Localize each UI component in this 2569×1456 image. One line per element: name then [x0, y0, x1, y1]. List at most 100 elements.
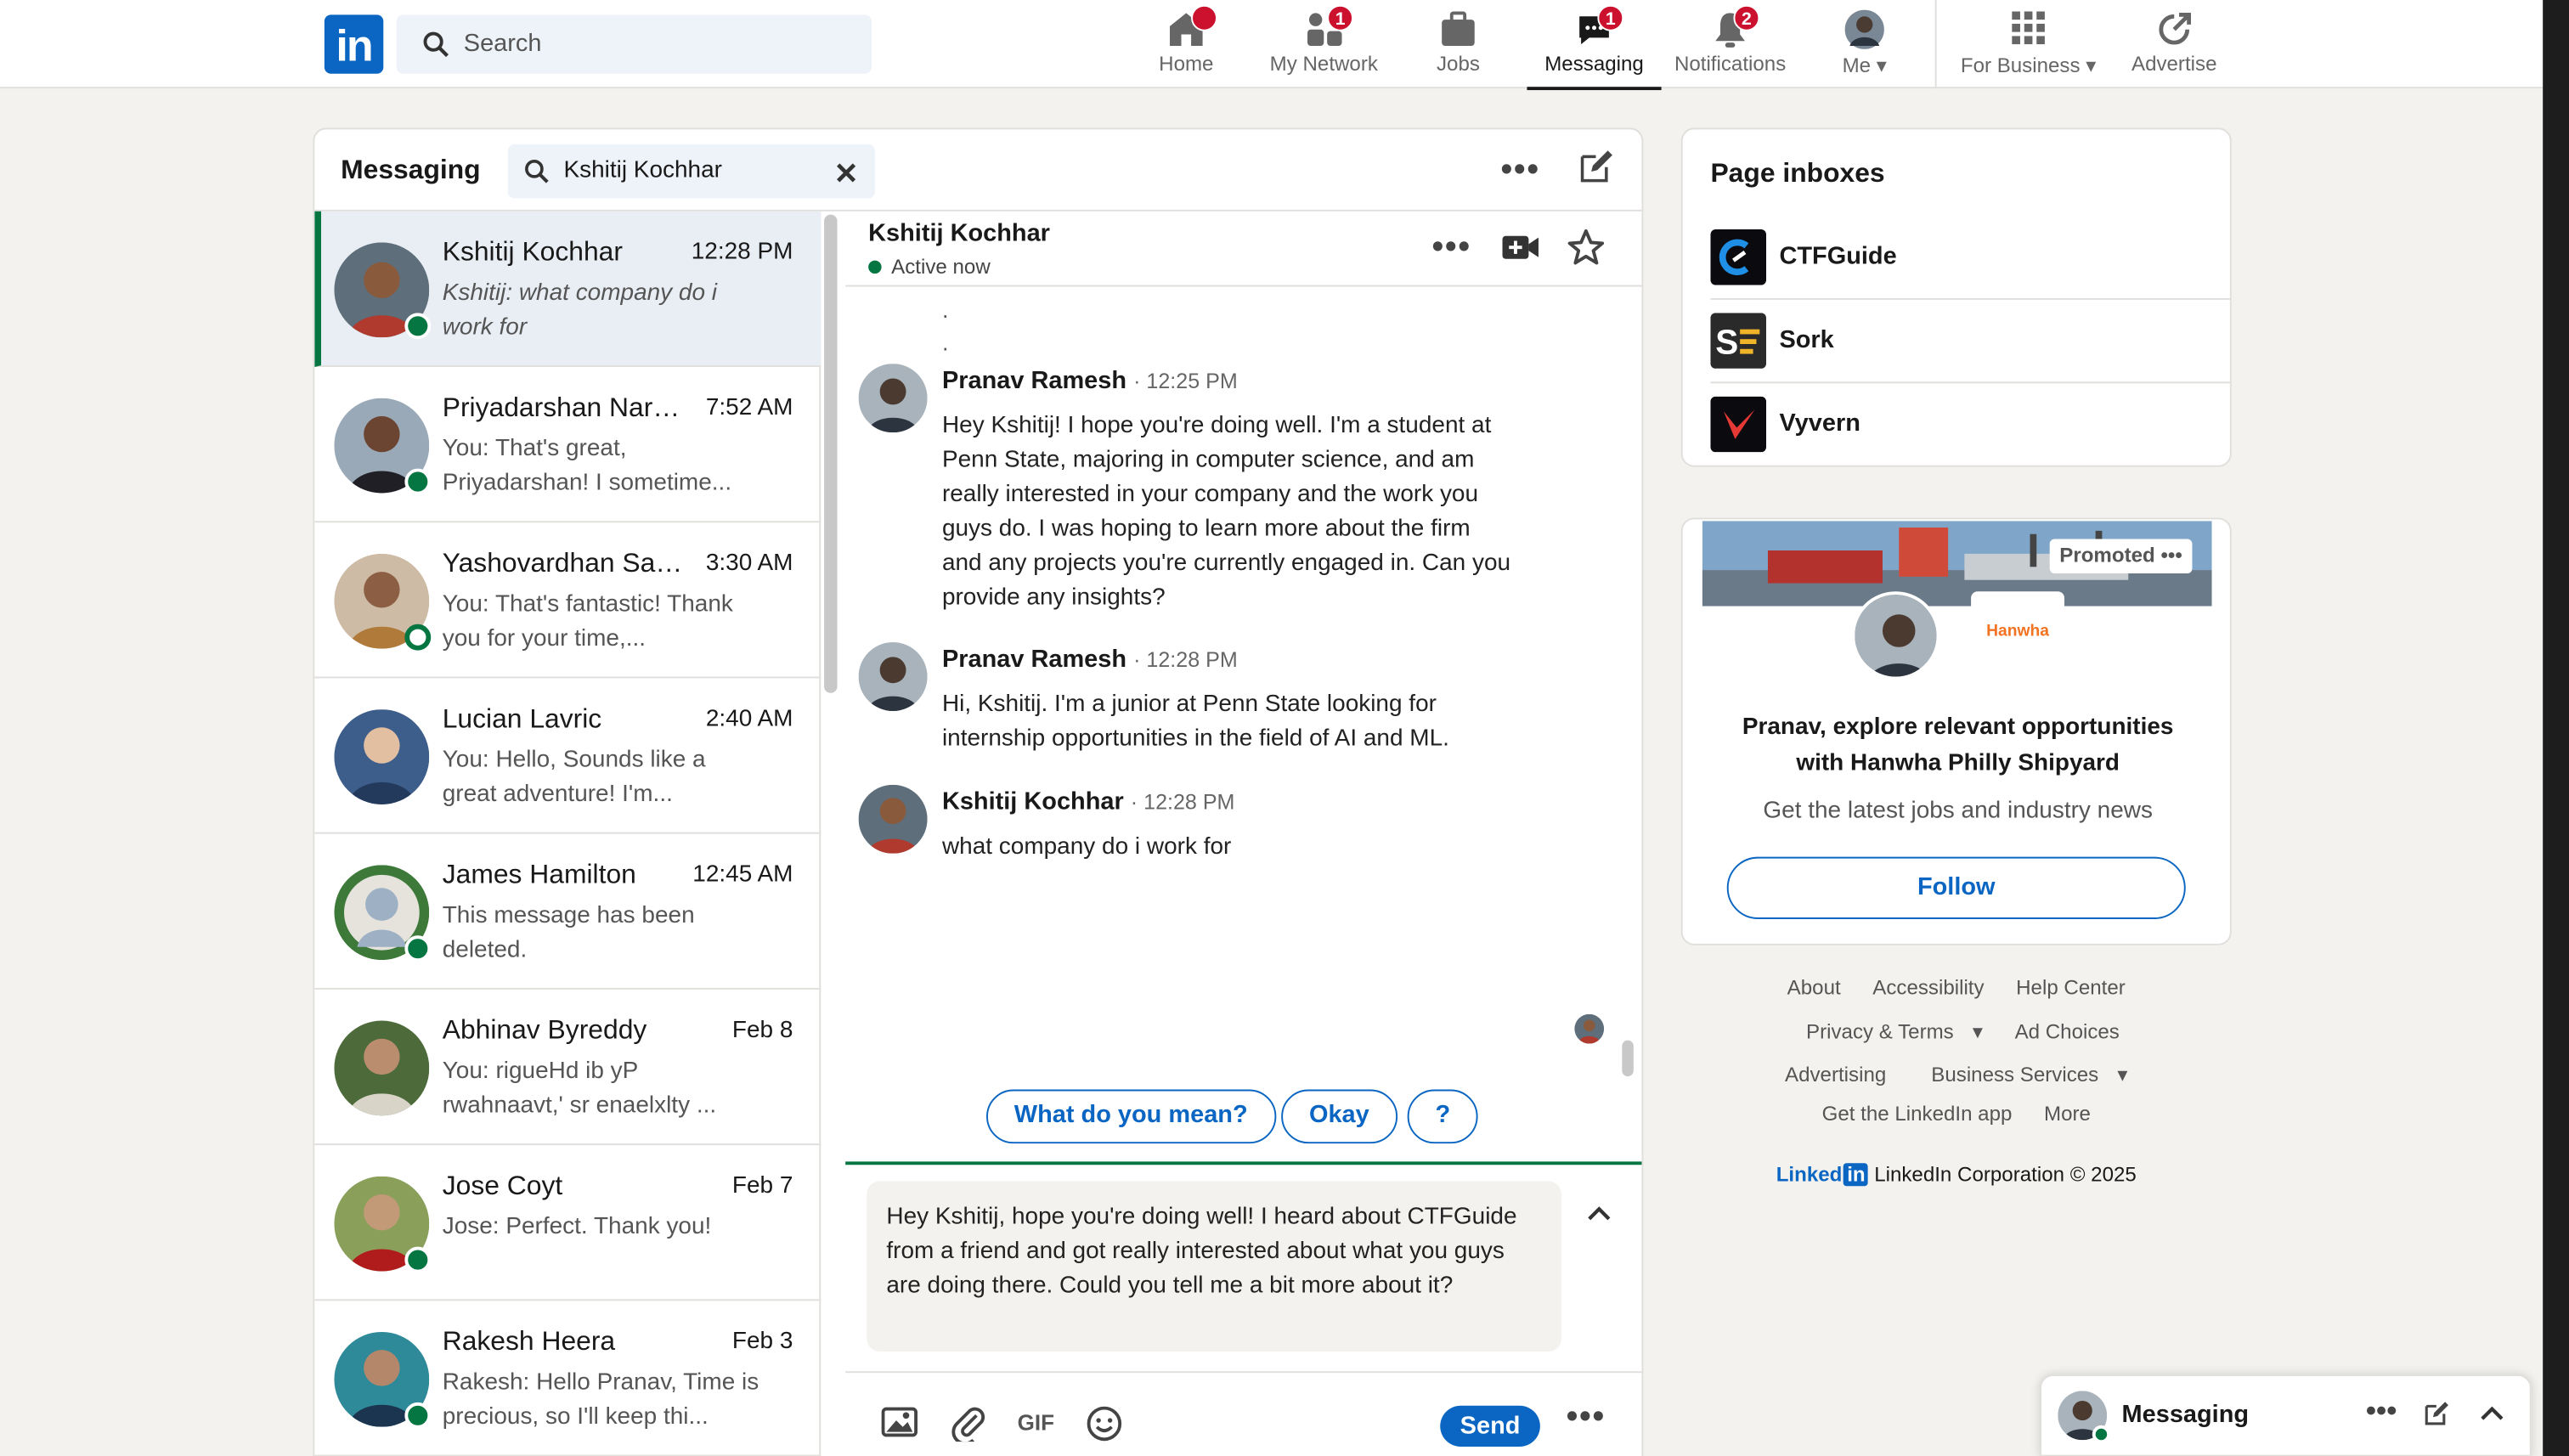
conversation-item[interactable]: James Hamilton 12:45 AM This message has… [314, 834, 822, 990]
nav-jobs[interactable]: Jobs [1419, 0, 1498, 88]
conversation-preview: This message has been deleted. [442, 902, 695, 964]
ad-headline: Pranav, explore relevant opportunities w… [1742, 714, 2174, 777]
read-receipt-avatar [1574, 1013, 1605, 1044]
conversation-name: Jose Coyt [442, 1171, 563, 1201]
page-inbox-item[interactable]: S Sork [1710, 300, 2232, 384]
page-inbox-item[interactable]: CTFGuide [1710, 217, 2232, 300]
message-sender[interactable]: Kshitij Kochhar · 12:28 PM [942, 788, 1235, 816]
message-time: 12:25 PM [1146, 368, 1238, 393]
conversation-item[interactable]: Rakesh Heera Feb 3 Rakesh: Hello Pranav,… [314, 1301, 822, 1456]
overlay-more-icon[interactable]: ••• [2366, 1394, 2397, 1429]
grid-icon [2012, 11, 2045, 45]
message-text: what company do i work for [941, 833, 1232, 861]
nav-advertise-label: Advertise [2131, 52, 2217, 76]
quick-reply-button[interactable]: What do you mean? [986, 1089, 1276, 1144]
clear-search-icon[interactable]: ✕ [834, 157, 859, 192]
footer-link[interactable]: Privacy & Terms ▾ [1793, 1021, 1983, 1044]
conversation-name: Rakesh Heera [442, 1327, 616, 1357]
footer-link[interactable]: About [1787, 976, 1841, 999]
compose-icon[interactable] [2423, 1401, 2449, 1427]
search-placeholder: Search [463, 29, 542, 58]
follow-button[interactable]: Follow [1726, 856, 2186, 919]
conversation-time: 12:28 PM [691, 239, 793, 266]
window-edge [2543, 0, 2569, 1456]
conversation-time: 2:40 AM [705, 706, 793, 733]
gif-button[interactable]: GIF [1018, 1411, 1054, 1436]
thread-scrollbar[interactable] [1622, 1040, 1634, 1077]
avatar [1851, 591, 1940, 680]
conversation-preview: You: rigueHd ib yP rwahnaavt,' sr enaelx… [442, 1058, 717, 1120]
video-call-icon[interactable] [1501, 233, 1540, 262]
messaging-title: Messaging [341, 155, 481, 185]
home-dot-badge [1191, 4, 1217, 31]
attachment-icon[interactable] [951, 1406, 986, 1442]
footer-link[interactable]: Help Center [2016, 976, 2126, 999]
conversation-item[interactable]: Lucian Lavric 2:40 AM You: Hello, Sounds… [314, 678, 822, 834]
chevron-up-icon[interactable] [1586, 1205, 1612, 1224]
thread-status: Active now [868, 256, 991, 279]
footer-link[interactable]: Business Services ▾ [1918, 1064, 2127, 1086]
footer-link[interactable]: Accessibility [1872, 976, 1984, 999]
svg-text:S: S [1715, 323, 1738, 362]
nav-home[interactable]: Home [1147, 0, 1226, 88]
nav-notifications[interactable]: 2 Notifications [1664, 0, 1795, 88]
thread-contact-name[interactable]: Kshitij Kochhar [868, 219, 1050, 247]
advertise-icon [2159, 12, 2192, 45]
star-icon[interactable] [1567, 228, 1606, 267]
conversation-item[interactable]: Jose Coyt Feb 7 Jose: Perfect. Thank you… [314, 1145, 822, 1301]
linkedin-logo[interactable]: in [324, 14, 384, 74]
quick-reply-button[interactable]: ? [1407, 1089, 1478, 1144]
conversation-list: Kshitij Kochhar 12:28 PM Kshitij: what c… [314, 211, 822, 1456]
global-search[interactable]: Search [396, 14, 872, 74]
message-compose-input[interactable]: Hey Kshitij, hope you're doing well! I h… [867, 1181, 1561, 1352]
messaging-overlay[interactable]: Messaging ••• [2040, 1374, 2532, 1456]
nav-for-business[interactable]: For Business ▾ [1950, 0, 2107, 88]
page-inbox-item[interactable]: Vyvern [1710, 383, 2231, 466]
nav-messaging[interactable]: 1 Messaging [1527, 0, 1662, 91]
conversation-name: James Hamilton [442, 860, 636, 890]
conversation-preview: Rakesh: Hello Pranav, Time is precious, … [442, 1369, 759, 1431]
footer-link[interactable]: Ad Choices [2015, 1021, 2120, 1044]
quick-reply-button[interactable]: Okay [1281, 1089, 1397, 1144]
online-indicator [404, 935, 432, 962]
nav-me-label: Me ▾ [1842, 54, 1887, 77]
compose-toolbar: GIF Send ••• [845, 1371, 1642, 1456]
promoted-ad-card: Promoted ••• Hanwha Pranav, explore rele… [1680, 517, 2232, 945]
conversation-item[interactable]: Priyadarshan Narayanasamy 7:52 AM You: T… [314, 367, 822, 523]
thread-header: Kshitij Kochhar Active now ••• [845, 212, 1642, 287]
page-inboxes-card: Page inboxes CTFGuide S Sork Vyvern [1680, 127, 2232, 467]
truncated-history-indicator: .. [941, 296, 949, 356]
compose-more-icon[interactable]: ••• [1567, 1399, 1606, 1436]
footer-link[interactable]: Advertising [1785, 1064, 1886, 1086]
briefcase-icon [1442, 11, 1475, 47]
nav-me[interactable]: Me ▾ [1828, 0, 1900, 88]
footer-link[interactable]: Get the LinkedIn app [1822, 1103, 2013, 1126]
conversation-list-scrollbar[interactable] [824, 214, 838, 693]
nav-my-network[interactable]: 1 My Network [1258, 0, 1389, 88]
promoted-tag[interactable]: Promoted ••• [2049, 539, 2193, 574]
compose-focus-line [845, 1161, 1642, 1165]
conversation-item[interactable]: Yashovardhan Sardesai 3:30 AM You: That'… [314, 522, 822, 679]
emoji-icon[interactable] [1087, 1406, 1122, 1442]
conversation-preview: Kshitij: what company do i work for [442, 279, 718, 341]
message-sender[interactable]: Pranav Ramesh · 12:25 PM [942, 367, 1238, 395]
conversation-item[interactable]: Kshitij Kochhar 12:28 PM Kshitij: what c… [314, 211, 822, 368]
message-sender[interactable]: Pranav Ramesh · 12:28 PM [942, 646, 1238, 674]
footer-link[interactable]: More [2044, 1103, 2091, 1126]
more-options-icon[interactable]: ••• [1501, 152, 1540, 189]
messaging-badge: 1 [1597, 4, 1624, 31]
conversation-item[interactable]: Abhinav Byreddy Feb 8 You: rigueHd ib yP… [314, 990, 822, 1146]
chevron-up-icon[interactable] [2477, 1404, 2507, 1424]
avatar [1844, 9, 1884, 49]
nav-advertise[interactable]: Advertise [2123, 0, 2225, 88]
messaging-header: Messaging Kshitij Kochhar ✕ ••• [314, 129, 1642, 212]
send-button[interactable]: Send [1440, 1405, 1540, 1447]
online-indicator [404, 1402, 432, 1429]
conversation-name: Priyadarshan Narayanasamy [442, 392, 689, 423]
conversation-time: 3:30 AM [705, 550, 793, 577]
messaging-search-input[interactable]: Kshitij Kochhar ✕ [507, 144, 875, 199]
image-icon[interactable] [881, 1406, 918, 1439]
nav-messaging-label: Messaging [1544, 52, 1644, 76]
compose-icon[interactable] [1578, 150, 1613, 185]
thread-more-icon[interactable]: ••• [1432, 229, 1471, 267]
